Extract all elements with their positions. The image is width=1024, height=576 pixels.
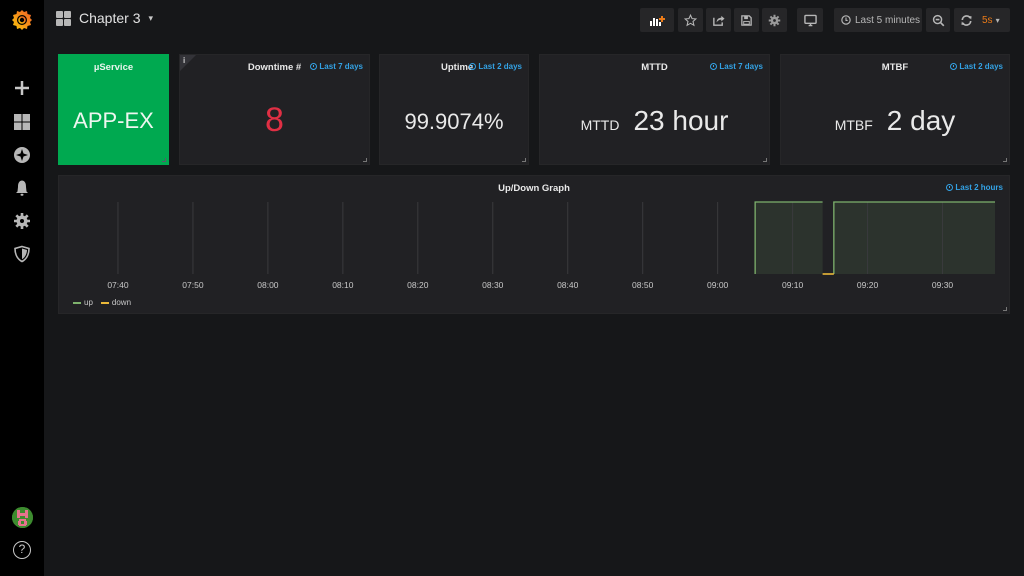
mttd-value: 23 hour (633, 105, 729, 136)
save-button[interactable] (734, 8, 759, 32)
add-panel-button[interactable] (640, 8, 674, 32)
panel-time-override: Last 7 days (310, 62, 363, 71)
sidebar-item-server-admin[interactable] (12, 244, 32, 264)
share-button[interactable] (706, 8, 731, 32)
panel-title: µService (93, 62, 134, 73)
x-tick-label: 08:00 (257, 280, 279, 290)
panel-time-override: Last 2 days (469, 62, 522, 71)
share-icon (713, 15, 725, 26)
graph-legend: up down (73, 298, 131, 307)
legend-label: up (84, 298, 93, 307)
time-override-label: Last 7 days (319, 62, 363, 71)
mtbf-stat: MTBF 2 day (781, 105, 1009, 137)
refresh-interval-picker[interactable]: 5s (982, 15, 993, 26)
monitor-icon (803, 14, 817, 26)
clock-icon (710, 63, 718, 70)
user-avatar[interactable] (12, 507, 33, 528)
legend-swatch (73, 301, 81, 304)
dashboard-grid-icon (56, 10, 71, 26)
mttd-panel: MTTD Last 7 days MTTD 23 hour (539, 54, 770, 165)
plus-icon (15, 81, 29, 95)
x-tick-label: 09:30 (932, 280, 954, 290)
help-icon[interactable]: ? (13, 541, 31, 559)
grafana-logo[interactable] (10, 8, 34, 32)
x-tick-label: 08:20 (407, 280, 429, 290)
resize-handle[interactable] (1003, 307, 1007, 311)
mtbf-value: 2 day (886, 105, 956, 136)
time-override-label: Last 2 days (478, 62, 522, 71)
x-tick-label: 08:30 (482, 280, 504, 290)
zoom-out-button[interactable] (926, 8, 950, 32)
add-panel-icon (650, 15, 665, 26)
legend-label: down (111, 298, 132, 307)
chevron-down-icon: ▾ (995, 15, 1000, 25)
clock-icon (841, 15, 851, 25)
shield-icon (14, 245, 30, 263)
mttd-stat: MTTD 23 hour (540, 105, 769, 137)
dashboard-settings-button[interactable] (762, 8, 787, 32)
clock-icon (310, 63, 318, 70)
uptime-value: 99.9074% (404, 109, 504, 134)
x-tick-label: 09:20 (857, 280, 879, 290)
resize-handle[interactable] (363, 158, 367, 162)
stat-prefix: MTBF (834, 117, 873, 133)
clock-icon (950, 63, 958, 70)
time-range-label: Last 5 minutes (855, 14, 921, 26)
x-tick-label: 08:50 (632, 280, 654, 290)
x-tick-label: 07:40 (107, 280, 129, 290)
star-icon (684, 13, 697, 26)
save-icon (741, 14, 752, 26)
chevron-down-icon: ▾ (148, 12, 154, 23)
legend-item-down[interactable]: down (100, 298, 132, 307)
sidebar-item-alerting[interactable] (12, 178, 32, 198)
x-tick-label: 09:10 (782, 280, 804, 290)
dashboards-grid-icon (14, 114, 30, 130)
service-panel: µService APP-EX (58, 54, 169, 165)
legend-item-up[interactable]: up (73, 298, 93, 307)
gear-icon (768, 14, 781, 26)
sidebar-item-explore[interactable] (12, 145, 32, 165)
sidebar-item-configuration[interactable] (12, 211, 32, 231)
time-override-label: Last 7 days (719, 62, 763, 71)
sidebar-item-create[interactable] (12, 78, 32, 98)
mtbf-panel: MTBF Last 2 days MTBF 2 day (780, 54, 1010, 165)
time-range-picker[interactable]: Last 5 minutes (834, 8, 922, 32)
series-fill-up (833, 202, 995, 274)
resize-handle[interactable] (763, 158, 767, 162)
legend-swatch (100, 301, 109, 304)
refresh-icon[interactable] (960, 14, 973, 27)
x-tick-label: 08:40 (557, 280, 579, 290)
clock-icon (469, 63, 477, 70)
stat-prefix: MTTD (580, 117, 620, 133)
resize-handle[interactable] (162, 158, 166, 162)
x-tick-label: 09:00 (707, 280, 729, 290)
sidebar: ? (0, 0, 44, 576)
panel-time-override: Last 7 days (710, 62, 763, 71)
x-tick-label: 08:10 (332, 280, 354, 290)
gear-icon (14, 213, 30, 229)
refresh-group: 5s ▾ (954, 8, 1010, 32)
zoom-out-icon (932, 14, 944, 26)
series-fill-up (755, 202, 823, 274)
compass-icon (14, 147, 30, 163)
dashboard-picker[interactable]: Chapter 3 ▾ (56, 10, 153, 26)
updown-graph-panel: Up/Down Graph Last 2 hours 07:40 07:50 08:… (58, 175, 1010, 314)
dashboard-title: Chapter 3 (79, 10, 141, 26)
resize-handle[interactable] (522, 158, 526, 162)
service-value: APP-EX (73, 108, 154, 133)
resize-handle[interactable] (1003, 158, 1007, 162)
sidebar-item-dashboards[interactable] (12, 112, 32, 132)
downtime-value: 8 (265, 101, 284, 139)
panel-time-override: Last 2 days (950, 62, 1003, 71)
uptime-panel: Uptime Last 2 days 99.9074% (379, 54, 529, 165)
bell-icon (16, 180, 28, 196)
updown-chart[interactable]: 07:40 07:50 08:00 08:10 08:20 08:30 08:40 08:50… (59, 176, 1011, 296)
top-navbar: Chapter 3 ▾ Last 5 minutes 5s ▾ (44, 0, 1024, 42)
cycle-view-mode-button[interactable] (797, 8, 823, 32)
x-tick-label: 07:50 (182, 280, 204, 290)
time-override-label: Last 2 days (959, 62, 1003, 71)
downtime-panel: i Downtime # Last 7 days 8 (179, 54, 370, 165)
star-button[interactable] (678, 8, 703, 32)
